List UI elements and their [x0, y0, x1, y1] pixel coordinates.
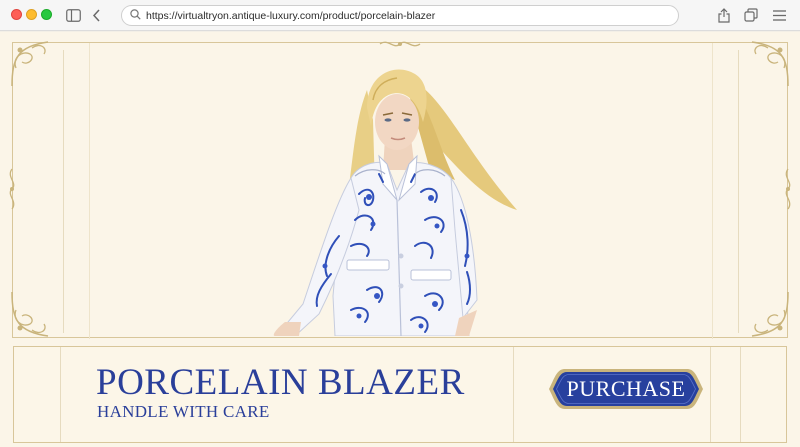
address-bar[interactable]: https://virtualtryon.antique-luxury.com/…	[121, 5, 679, 26]
product-subtitle: HANDLE WITH CARE	[97, 402, 270, 421]
zoom-window-button[interactable]	[41, 9, 52, 20]
panel-divider	[740, 347, 741, 442]
corner-ornament-icon	[11, 41, 49, 87]
url-text[interactable]: https://virtualtryon.antique-luxury.com/…	[146, 10, 435, 22]
purchase-button-label[interactable]: PURCHASE	[547, 367, 705, 411]
panel-divider	[60, 347, 61, 442]
minimize-window-button[interactable]	[26, 9, 37, 20]
browser-toolbar: https://virtualtryon.antique-luxury.com/…	[0, 0, 800, 31]
product-info-panel: PORCELAIN BLAZER HANDLE WITH CARE PURCHA…	[13, 346, 787, 443]
product-title: PORCELAIN BLAZER	[96, 362, 465, 403]
share-icon[interactable]	[715, 6, 733, 24]
purchase-button[interactable]: PURCHASE	[547, 367, 705, 411]
back-icon[interactable]	[87, 6, 105, 24]
right-ornament-icon	[785, 168, 791, 210]
corner-ornament-icon	[751, 41, 789, 87]
tabs-icon[interactable]	[742, 6, 760, 24]
search-icon	[130, 7, 141, 25]
left-ornament-icon	[9, 168, 15, 210]
page-content: PORCELAIN BLAZER HANDLE WITH CARE PURCHA…	[0, 32, 800, 447]
top-ornament-icon	[379, 41, 421, 47]
corner-ornament-icon	[11, 291, 49, 337]
menu-icon[interactable]	[770, 6, 788, 24]
panel-divider	[710, 347, 711, 442]
sidebar-icon[interactable]	[64, 6, 82, 24]
corner-ornament-icon	[751, 291, 789, 337]
product-model-image	[273, 69, 517, 336]
close-window-button[interactable]	[11, 9, 22, 20]
panel-divider	[513, 347, 514, 442]
